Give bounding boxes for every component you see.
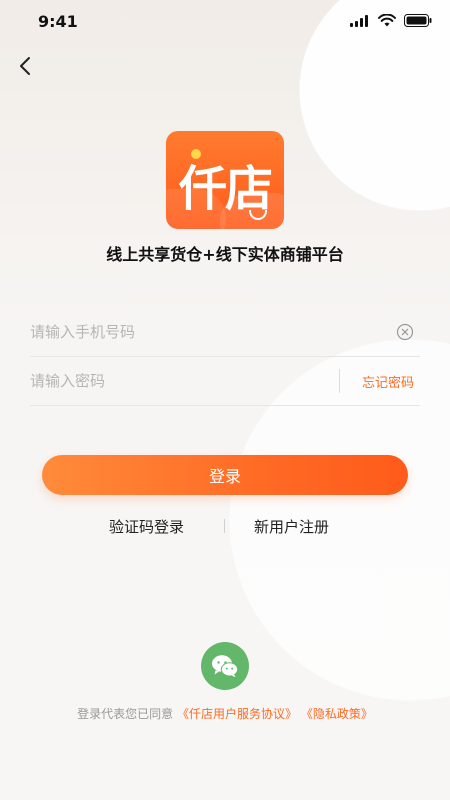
status-bar: 9:41	[0, 0, 450, 44]
alternate-actions: 验证码登录 新用户注册	[0, 516, 450, 536]
logo-text: 仟店	[178, 161, 273, 217]
terms-link[interactable]: 《仟店用户服务协议》	[177, 707, 297, 721]
password-input[interactable]	[30, 357, 330, 405]
app-logo: 仟店	[166, 131, 284, 229]
status-time: 9:41	[38, 12, 78, 31]
register-link[interactable]: 新用户注册	[254, 516, 329, 537]
login-screen: 9:41 仟店 线上共享货仓+线下实体商铺平台 请输入手机号码 忘记密码 登录 …	[0, 0, 450, 800]
battery-icon	[404, 14, 432, 27]
forgot-password-link[interactable]: 忘记密码	[362, 372, 414, 391]
wifi-icon	[378, 14, 396, 27]
logo-dot	[191, 149, 201, 159]
login-button[interactable]: 登录	[42, 455, 408, 495]
chevron-left-icon	[20, 57, 30, 75]
slogan: 线上共享货仓+线下实体商铺平台	[106, 245, 344, 264]
agreement-text: 登录代表您已同意 《仟店用户服务协议》 《隐私政策》	[0, 705, 450, 722]
field-divider	[339, 369, 340, 393]
sms-login-link[interactable]: 验证码登录	[109, 516, 184, 537]
signal-icon	[350, 14, 368, 27]
wechat-login-button[interactable]	[201, 642, 249, 690]
privacy-link[interactable]: 《隐私政策》	[301, 707, 373, 721]
clear-circle-icon	[396, 323, 414, 341]
clear-phone-button[interactable]	[396, 323, 414, 341]
wechat-icon	[212, 655, 239, 678]
status-icons	[350, 14, 432, 27]
alternate-separator	[224, 519, 225, 533]
back-button[interactable]	[14, 54, 38, 78]
agreement-prefix: 登录代表您已同意	[77, 707, 174, 721]
password-field-row: 忘记密码	[30, 357, 420, 406]
phone-field-row	[30, 308, 420, 357]
phone-input[interactable]	[30, 308, 330, 356]
